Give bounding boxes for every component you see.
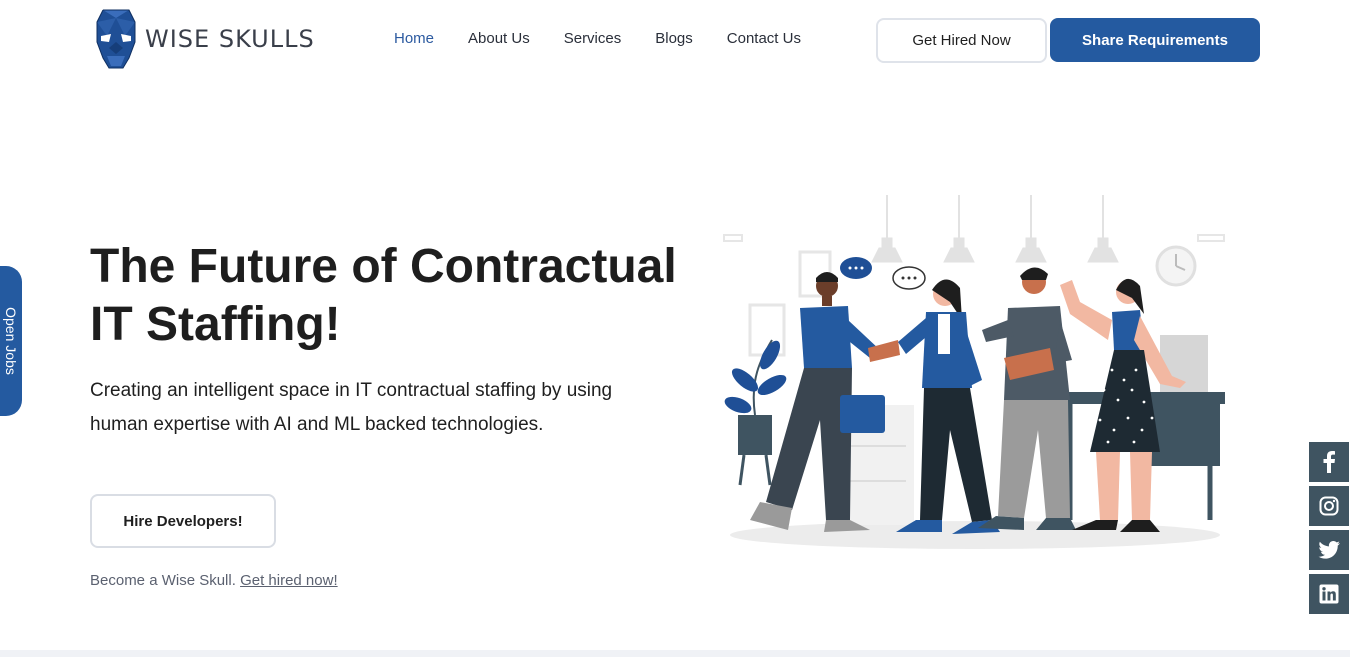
hero-subtitle-line1: Creating an intelligent space in IT cont… (90, 380, 613, 401)
nav-services[interactable]: Services (564, 30, 622, 47)
facebook-icon[interactable] (1309, 442, 1349, 482)
share-requirements-button[interactable]: Share Requirements (1050, 18, 1260, 62)
site-header: WISE SKULLS Home About Us Services Blogs… (0, 0, 1350, 80)
open-jobs-tab[interactable]: Open Jobs (0, 266, 22, 416)
hero-subtitle-line2: human expertise with AI and ML backed te… (90, 414, 544, 435)
become-text: Become a Wise Skull. (90, 572, 241, 589)
get-hired-now-link[interactable]: Get hired now! (240, 572, 338, 589)
brand-logo[interactable]: WISE SKULLS (95, 8, 315, 70)
hire-developers-button[interactable]: Hire Developers! (90, 494, 276, 548)
nav-contact-us[interactable]: Contact Us (727, 30, 801, 47)
open-jobs-label: Open Jobs (3, 307, 19, 375)
nav-blogs[interactable]: Blogs (655, 30, 693, 47)
nav-about-us[interactable]: About Us (468, 30, 530, 47)
hero-title: The Future of Contractual IT Staffing! (90, 238, 690, 354)
hero-title-line1: The Future of Contractual (90, 240, 677, 293)
hero-subtitle: Creating an intelligent space in IT cont… (90, 374, 660, 442)
brand-name: WISE SKULLS (145, 25, 315, 53)
main-nav: Home About Us Services Blogs Contact Us (394, 30, 835, 47)
social-bar (1309, 442, 1349, 618)
linkedin-icon[interactable] (1309, 574, 1349, 614)
twitter-icon[interactable] (1309, 530, 1349, 570)
skull-logo-icon (96, 9, 136, 69)
hero-title-line2: IT Staffing! (90, 298, 341, 351)
team-handshake-illustration (723, 195, 1225, 549)
get-hired-now-button[interactable]: Get Hired Now (876, 18, 1047, 63)
instagram-icon[interactable] (1309, 486, 1349, 526)
nav-home[interactable]: Home (394, 30, 434, 47)
become-wise-skull-text: Become a Wise Skull. Get hired now! (90, 572, 338, 589)
section-divider (0, 650, 1350, 657)
